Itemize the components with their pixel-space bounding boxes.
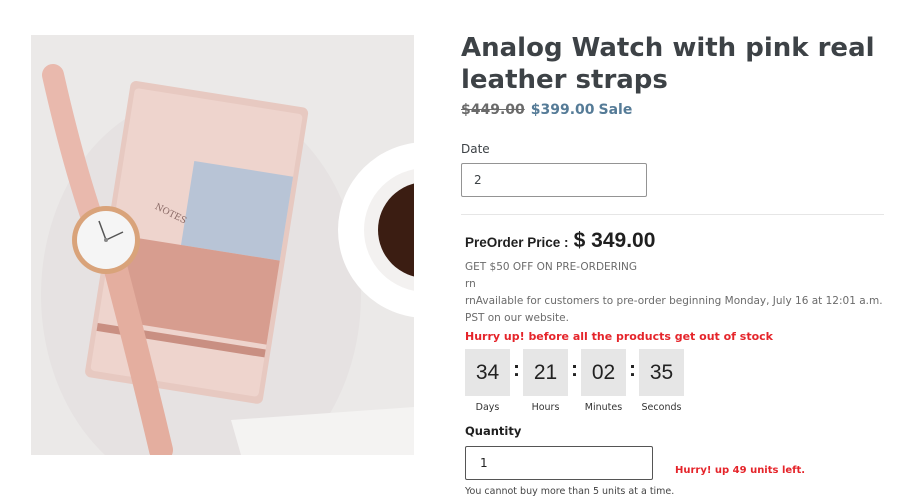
countdown-days: 34 Days <box>465 349 510 413</box>
countdown-days-label: Days <box>475 402 500 413</box>
divider <box>461 214 884 215</box>
countdown-separator: : <box>513 357 520 381</box>
watch-notebook-photo: NOTES <box>31 35 414 455</box>
product-image[interactable]: NOTES <box>31 35 414 455</box>
preorder-description: rnAvailable for customers to pre-order b… <box>465 295 883 324</box>
countdown-seconds-label: Seconds <box>641 402 682 413</box>
quantity-limit-note: You cannot buy more than 5 units at a ti… <box>465 486 675 497</box>
countdown-minutes-label: Minutes <box>584 402 623 413</box>
quantity-label: Quantity <box>465 424 522 438</box>
price-line: $449.00 $399.00 Sale <box>461 102 632 118</box>
countdown-separator: : <box>629 357 636 381</box>
preorder-rn-text: rn <box>465 278 476 290</box>
countdown-hours-label: Hours <box>531 402 560 413</box>
preorder-offer: GET $50 OFF ON PRE-ORDERING <box>465 261 638 273</box>
stock-warning: Hurry up! before all the products get ou… <box>465 330 773 343</box>
product-title: Analog Watch with pink real leather stra… <box>461 33 875 95</box>
preorder-price-amount: $ 349.00 <box>573 229 656 252</box>
date-input[interactable] <box>461 163 647 197</box>
sale-label: Sale <box>598 102 633 118</box>
sale-price: $399.00 <box>530 102 595 118</box>
countdown-separator: : <box>571 357 578 381</box>
quantity-input[interactable] <box>465 446 653 480</box>
countdown-timer: 34 Days : 21 Hours : 02 Minutes : 35 Sec… <box>465 349 684 413</box>
units-left-warning: Hurry! up 49 units left. <box>675 465 806 476</box>
countdown-minutes: 02 Minutes <box>581 349 626 413</box>
preorder-price: PreOrder Price : $ 349.00 <box>465 229 655 253</box>
date-label: Date <box>461 142 490 156</box>
countdown-hours: 21 Hours <box>523 349 568 413</box>
compare-at-price: $449.00 <box>461 102 525 118</box>
countdown-seconds: 35 Seconds <box>639 349 684 413</box>
countdown-hours-value: 21 <box>523 349 568 396</box>
countdown-minutes-value: 02 <box>581 349 626 396</box>
preorder-price-label: PreOrder Price : <box>465 235 569 250</box>
countdown-days-value: 34 <box>465 349 510 396</box>
countdown-seconds-value: 35 <box>639 349 684 396</box>
